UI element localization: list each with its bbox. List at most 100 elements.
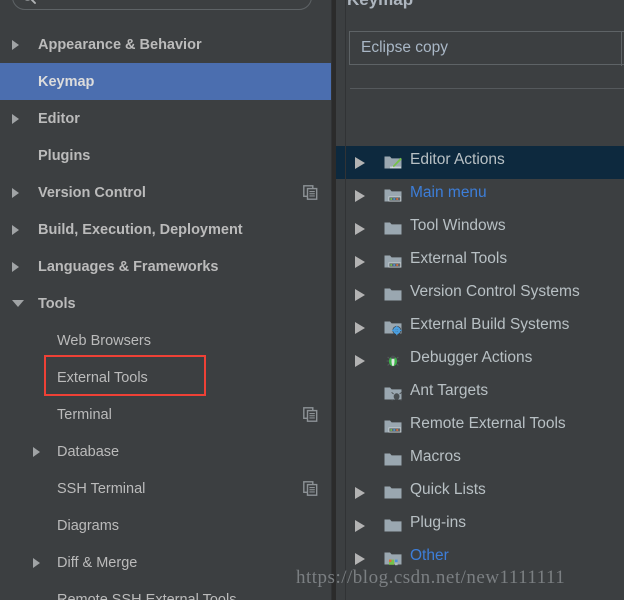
- sidebar-item-label: Diff & Merge: [57, 554, 138, 571]
- copy-settings-icon[interactable]: [303, 480, 318, 496]
- sidebar-item-remote-ssh-external-tools[interactable]: Remote SSH External Tools: [0, 581, 332, 600]
- settings-search-box[interactable]: [12, 0, 312, 10]
- folder-edit-icon: [384, 154, 402, 171]
- folder-icon: [384, 286, 402, 303]
- folder-tools-icon: [384, 418, 402, 435]
- tree-row-label: External Build Systems: [410, 316, 570, 333]
- sidebar-item-label: Version Control: [38, 184, 146, 201]
- sidebar-item-ssh-terminal[interactable]: SSH Terminal: [0, 470, 332, 507]
- tree-row-label: Quick Lists: [410, 481, 486, 498]
- page-title: Keymap: [347, 0, 413, 10]
- chevron-right-icon[interactable]: [355, 487, 365, 499]
- chevron-right-icon[interactable]: [33, 446, 40, 457]
- sidebar-item-label: Languages & Frameworks: [38, 258, 219, 275]
- tree-row-label: External Tools: [410, 250, 508, 267]
- chevron-right-icon[interactable]: [12, 187, 19, 198]
- chevron-right-icon[interactable]: [355, 355, 365, 367]
- sidebar-item-label: Terminal: [57, 406, 112, 423]
- chevron-right-icon[interactable]: [33, 557, 40, 568]
- section-separator: [350, 88, 624, 89]
- tree-row[interactable]: Plug-ins: [336, 509, 624, 542]
- sidebar-item-database[interactable]: Database: [0, 433, 332, 470]
- tree-row-label: Plug-ins: [410, 514, 466, 531]
- sidebar-item-label: Database: [57, 443, 120, 460]
- tree-row-label: Macros: [410, 448, 461, 465]
- tree-row[interactable]: Tool Windows: [336, 212, 624, 245]
- tree-row-label: Ant Targets: [410, 382, 489, 399]
- tree-left-edge: [345, 0, 346, 600]
- chevron-right-icon[interactable]: [355, 322, 365, 334]
- copy-settings-icon[interactable]: [303, 184, 318, 200]
- chevron-right-icon[interactable]: [355, 223, 365, 235]
- chevron-right-icon[interactable]: [355, 190, 365, 202]
- copy-settings-icon[interactable]: [303, 480, 318, 496]
- chevron-right-icon[interactable]: [355, 289, 365, 301]
- sidebar-item-version-control[interactable]: Version Control: [0, 174, 332, 211]
- tree-row[interactable]: Remote External Tools: [336, 410, 624, 443]
- chevron-right-icon[interactable]: [12, 261, 19, 272]
- sidebar-item-label: Keymap: [38, 73, 95, 90]
- keymap-actions-tree[interactable]: Editor Actions Main menu Tool Windows Exter…: [336, 146, 624, 575]
- sidebar-item-appearance-behavior[interactable]: Appearance & Behavior: [0, 26, 332, 63]
- combo-separator: [621, 32, 622, 66]
- chevron-right-icon[interactable]: [12, 224, 19, 235]
- tree-row[interactable]: Main menu: [336, 179, 624, 212]
- tree-row-label: Debugger Actions: [410, 349, 533, 366]
- chevron-right-icon[interactable]: [355, 157, 365, 169]
- sidebar-item-external-tools[interactable]: External Tools: [0, 359, 332, 396]
- tree-row[interactable]: Version Control Systems: [336, 278, 624, 311]
- search-input[interactable]: [43, 0, 303, 6]
- folder-ant-icon: [384, 385, 402, 402]
- tree-row-label: Version Control Systems: [410, 283, 580, 300]
- sidebar-item-editor[interactable]: Editor: [0, 100, 332, 137]
- folder-tools-icon: [384, 253, 402, 270]
- tree-row[interactable]: Ant Targets: [336, 377, 624, 410]
- chevron-right-icon[interactable]: [12, 39, 19, 50]
- chevron-right-icon[interactable]: [355, 256, 365, 268]
- tree-row-label: Remote External Tools: [410, 415, 566, 432]
- keymap-select[interactable]: Eclipse copy: [349, 31, 624, 66]
- chevron-down-icon[interactable]: [12, 300, 24, 307]
- tree-row-label: Tool Windows: [410, 217, 506, 234]
- sidebar-item-diff-merge[interactable]: Diff & Merge: [0, 544, 332, 581]
- copy-settings-icon[interactable]: [303, 406, 318, 422]
- tree-row[interactable]: Debugger Actions: [336, 344, 624, 377]
- keymap-select-value: Eclipse copy: [361, 39, 449, 56]
- sidebar-item-label: Web Browsers: [57, 332, 152, 349]
- sidebar-item-web-browsers[interactable]: Web Browsers: [0, 322, 332, 359]
- settings-dialog: Appearance & Behavior Keymap Editor Plugins…: [0, 0, 624, 600]
- sidebar-item-label: Remote SSH External Tools: [57, 591, 237, 600]
- chevron-right-icon[interactable]: [12, 113, 19, 124]
- folder-icon: [384, 517, 402, 534]
- sidebar-item-label: Build, Execution, Deployment: [38, 221, 243, 238]
- sidebar-item-build-execution-deployment[interactable]: Build, Execution, Deployment: [0, 211, 332, 248]
- search-icon: [24, 0, 36, 4]
- settings-category-tree[interactable]: Appearance & Behavior Keymap Editor Plugins…: [0, 26, 332, 600]
- sidebar-item-keymap[interactable]: Keymap: [0, 63, 332, 100]
- sidebar-item-diagrams[interactable]: Diagrams: [0, 507, 332, 544]
- sidebar-item-languages-frameworks[interactable]: Languages & Frameworks: [0, 248, 332, 285]
- tree-row[interactable]: Quick Lists: [336, 476, 624, 509]
- folder-icon: [384, 220, 402, 237]
- folder-icon: [384, 484, 402, 501]
- folder-gear-icon: [384, 319, 402, 336]
- folder-icon: [384, 451, 402, 468]
- sidebar-item-terminal[interactable]: Terminal: [0, 396, 332, 433]
- sidebar-item-plugins[interactable]: Plugins: [0, 137, 332, 174]
- tree-row[interactable]: External Tools: [336, 245, 624, 278]
- chevron-right-icon[interactable]: [355, 520, 365, 532]
- folder-dots-icon: [384, 550, 402, 567]
- copy-settings-icon[interactable]: [303, 406, 318, 422]
- sidebar-item-label: Appearance & Behavior: [38, 36, 202, 53]
- sidebar-item-tools[interactable]: Tools: [0, 285, 332, 322]
- tree-row[interactable]: Macros: [336, 443, 624, 476]
- tree-row-label: Main menu: [410, 184, 487, 201]
- tree-row-label: Editor Actions: [410, 151, 505, 168]
- tree-row[interactable]: Editor Actions: [336, 146, 624, 179]
- tree-row[interactable]: External Build Systems: [336, 311, 624, 344]
- sidebar-item-label: Tools: [38, 295, 76, 312]
- copy-settings-icon[interactable]: [303, 184, 318, 200]
- chevron-right-icon[interactable]: [355, 553, 365, 565]
- sidebar-item-label: Plugins: [38, 147, 91, 164]
- settings-category-panel: Appearance & Behavior Keymap Editor Plugins…: [0, 0, 332, 600]
